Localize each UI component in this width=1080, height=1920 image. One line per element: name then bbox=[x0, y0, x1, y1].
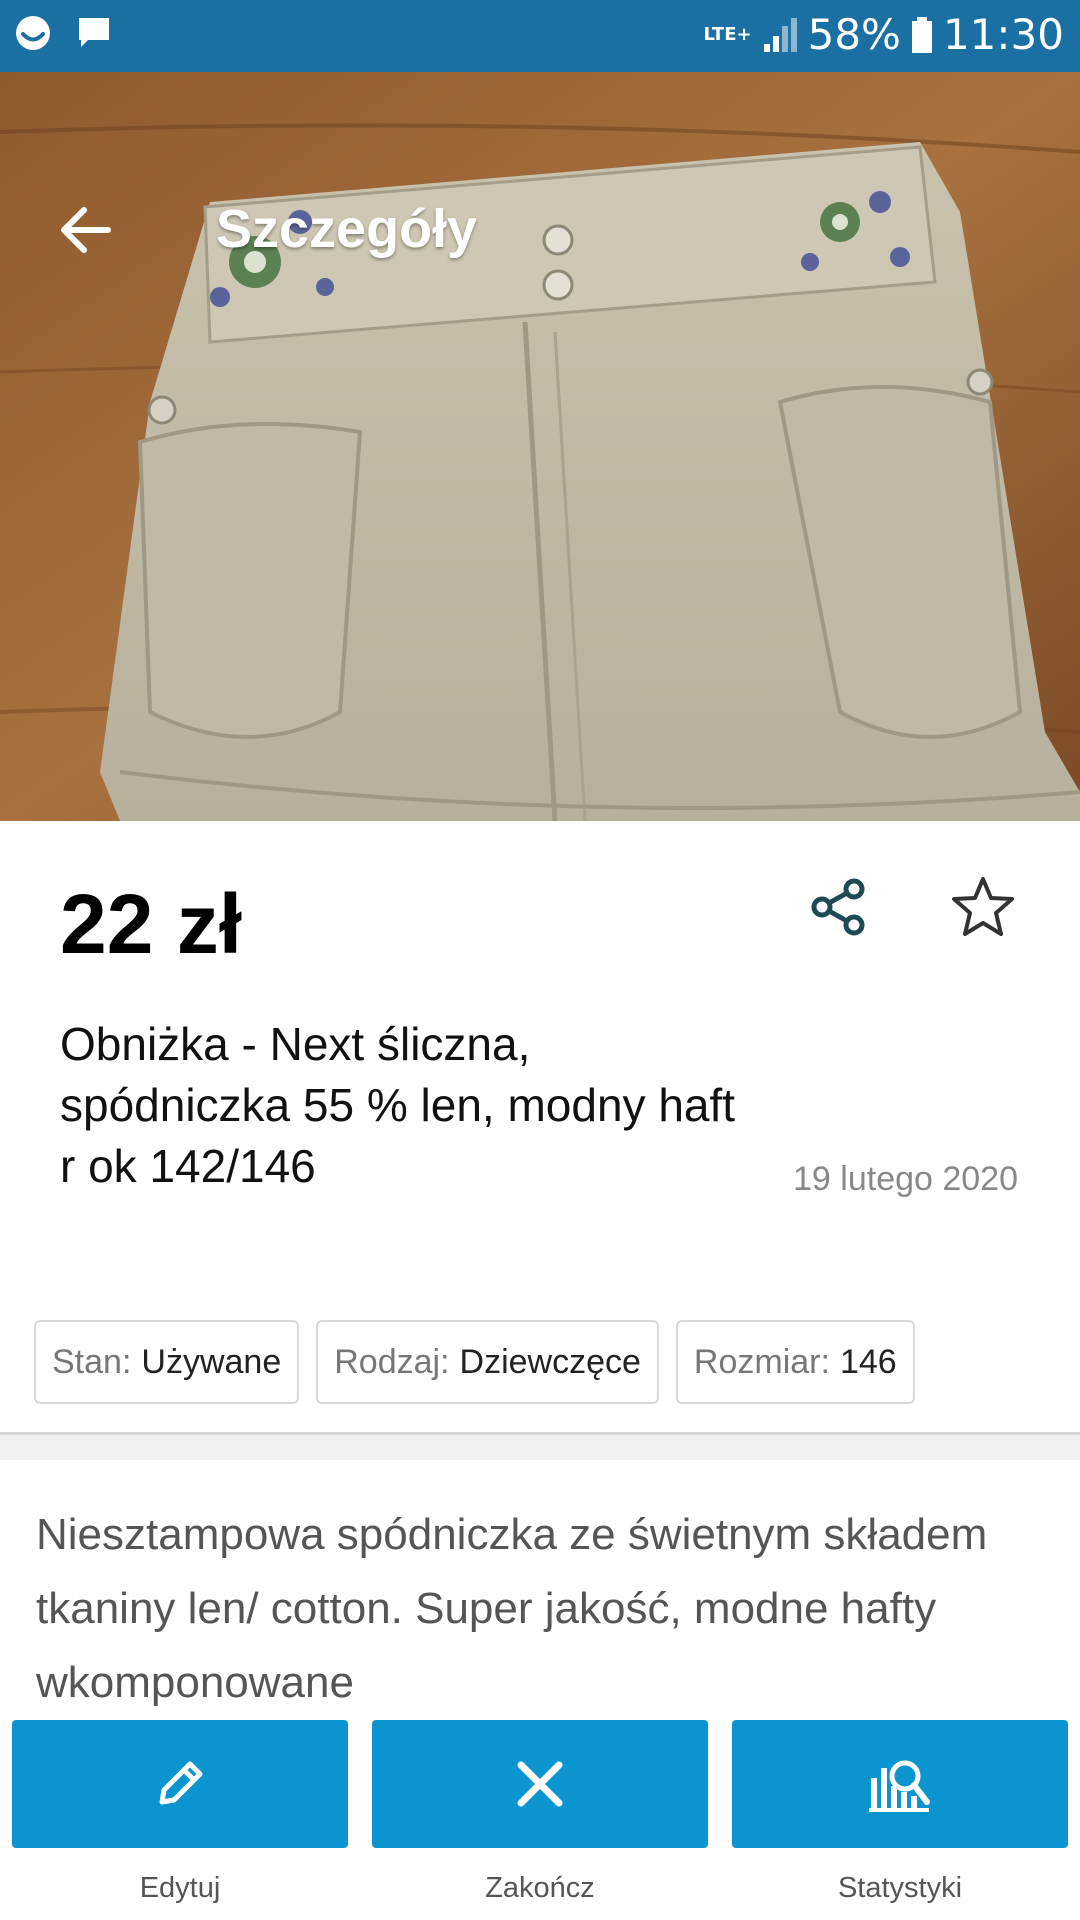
signal-icon bbox=[763, 17, 797, 52]
battery-icon bbox=[911, 16, 932, 53]
attribute-value: Dziewczęce bbox=[459, 1342, 641, 1381]
status-bar: LTE+ 58% 11:30 bbox=[0, 0, 1080, 72]
statistics-label: Statystyki bbox=[837, 1872, 963, 1904]
attribute-value: 146 bbox=[839, 1342, 897, 1381]
finish-button[interactable] bbox=[372, 1720, 708, 1848]
clock: 11:30 bbox=[942, 10, 1064, 59]
pencil-icon bbox=[159, 1761, 203, 1805]
listing-title: Obniżka - Next śliczna, spódniczka 55 % … bbox=[60, 1018, 736, 1192]
share-icon[interactable] bbox=[808, 876, 870, 938]
attribute-value: Używane bbox=[141, 1342, 282, 1381]
listing-description: Niesztampowa spódniczka ze świetnym skła… bbox=[36, 1510, 988, 1707]
attribute-key: Rozmiar: bbox=[693, 1342, 830, 1381]
attribute-key: Stan: bbox=[52, 1342, 132, 1381]
attribute-chips: Stan: Używane Rodzaj: Dziewczęce Rozmiar… bbox=[34, 1320, 915, 1404]
network-type: LTE+ bbox=[703, 23, 752, 45]
edit-button[interactable] bbox=[12, 1720, 348, 1848]
attribute-chip-condition: Stan: Używane bbox=[34, 1320, 300, 1404]
favorite-star-icon[interactable] bbox=[950, 874, 1016, 940]
bottom-action-bar: Edytuj Zakończ Statystyki bbox=[0, 1706, 1080, 1920]
product-photo bbox=[0, 72, 1080, 821]
message-notification-icon bbox=[79, 18, 109, 47]
listing-date: 19 lutego 2020 bbox=[793, 1160, 1018, 1198]
smiley-notification-icon bbox=[16, 16, 50, 50]
listing-price: 22 zł bbox=[60, 877, 243, 971]
attribute-chip-type: Rodzaj: Dziewczęce bbox=[316, 1320, 659, 1404]
edit-label: Edytuj bbox=[139, 1872, 221, 1904]
section-divider bbox=[0, 1432, 1080, 1460]
page-title: Szczegóły bbox=[216, 199, 478, 259]
attribute-key: Rodzaj: bbox=[334, 1342, 450, 1381]
battery-percent: 58% bbox=[807, 10, 901, 59]
close-icon bbox=[517, 1761, 563, 1807]
back-arrow-icon[interactable] bbox=[56, 200, 116, 260]
photo-gallery[interactable]: Szczegóły bbox=[0, 72, 1080, 821]
statistics-button[interactable] bbox=[732, 1720, 1068, 1848]
attribute-chip-size: Rozmiar: 146 bbox=[675, 1320, 915, 1404]
statistics-icon bbox=[869, 1760, 930, 1812]
finish-label: Zakończ bbox=[485, 1872, 595, 1904]
